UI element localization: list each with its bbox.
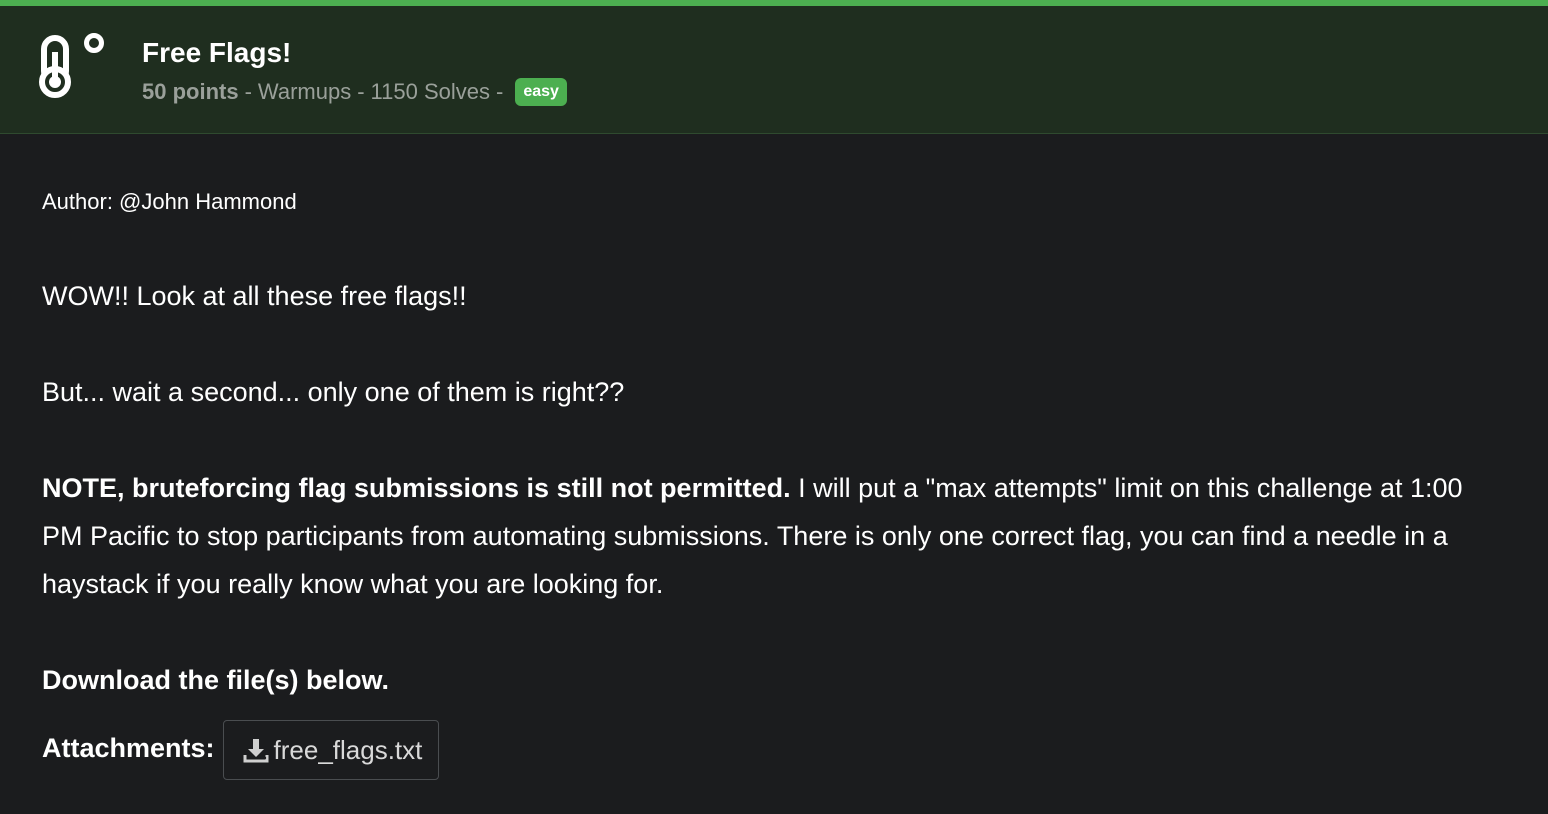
difficulty-badge: easy bbox=[515, 78, 567, 106]
points-value: 50 points bbox=[142, 79, 239, 104]
meta-separator: - bbox=[496, 79, 504, 104]
challenge-title: Free Flags! bbox=[142, 37, 292, 68]
description-paragraph: But... wait a second... only one of them… bbox=[42, 377, 625, 407]
category-label: Warmups bbox=[257, 79, 352, 104]
download-file-button[interactable]: free_flags.txt bbox=[222, 720, 440, 780]
meta-separator: - bbox=[357, 79, 365, 104]
solves-count: 1150 Solves bbox=[370, 79, 490, 104]
attachment-file-name: free_flags.txt bbox=[273, 735, 423, 765]
thermometer-icon bbox=[39, 33, 104, 98]
download-instruction: Download the file(s) below. bbox=[42, 665, 390, 695]
challenge-card: Free Flags! 50 points - Warmups - 1150 S… bbox=[0, 0, 1548, 814]
meta-separator: - bbox=[244, 79, 252, 104]
attachments-row: Attachments: free_flags.txt bbox=[42, 718, 440, 780]
author-line: Author: @John Hammond bbox=[42, 189, 297, 214]
challenge-header: Free Flags! 50 points - Warmups - 1150 S… bbox=[0, 6, 1548, 134]
challenge-meta: 50 points - Warmups - 1150 Solves - easy bbox=[142, 78, 567, 106]
note-bold-text: NOTE, bruteforcing flag submissions is s… bbox=[42, 473, 791, 503]
note-paragraph: NOTE, bruteforcing flag submissions is s… bbox=[42, 464, 1502, 608]
description-paragraph: WOW!! Look at all these free flags!! bbox=[42, 281, 467, 311]
attachments-label: Attachments: bbox=[42, 733, 215, 763]
download-icon bbox=[243, 739, 269, 763]
